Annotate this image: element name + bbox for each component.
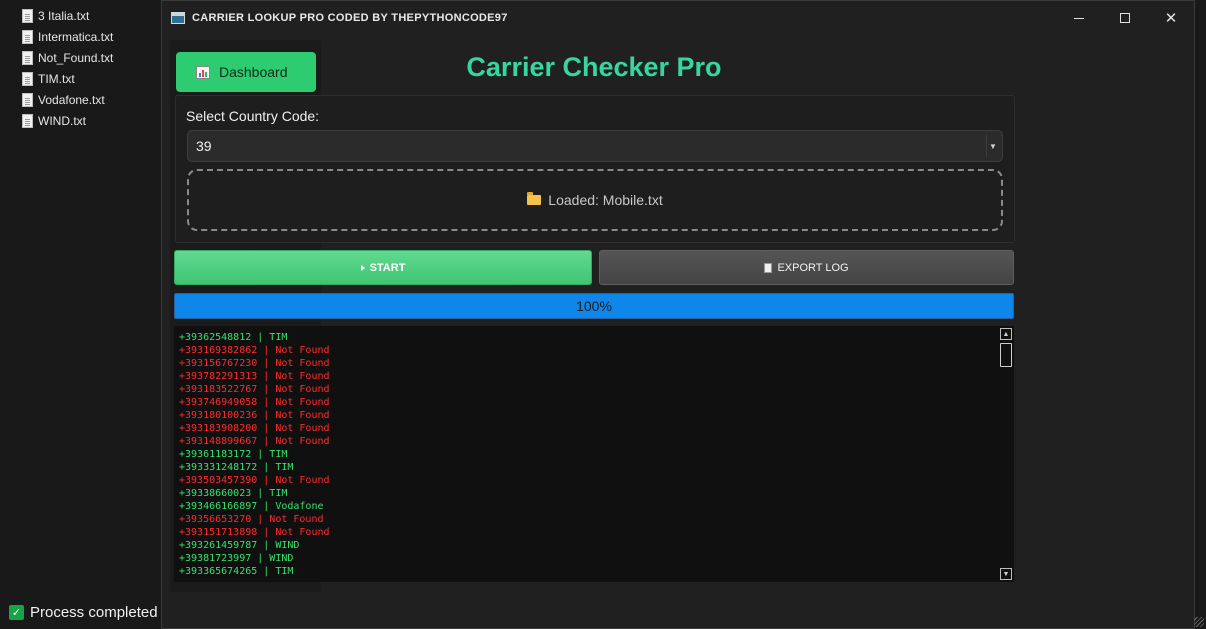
- log-line: +393183908200 | Not Found: [179, 423, 330, 434]
- desktop-file[interactable]: WIND.txt: [22, 112, 86, 130]
- country-settings-panel: Select Country Code: 39 ▼ Loaded: Mobile…: [175, 95, 1015, 243]
- log-line: +393183522767 | Not Found: [179, 384, 330, 395]
- status-bar: ✓ Process completed: [9, 604, 158, 621]
- result-log[interactable]: +39362548812 | TIM +393169382862 | Not Fo…: [174, 326, 1014, 582]
- log-line: +393466166897 | Vodafone: [179, 501, 324, 512]
- desktop-file-label: Vodafone.txt: [38, 93, 105, 107]
- close-button[interactable]: ✕: [1148, 1, 1194, 35]
- desktop-file[interactable]: Vodafone.txt: [22, 91, 105, 109]
- folder-icon: [527, 192, 542, 205]
- export-log-label: EXPORT LOG: [777, 261, 849, 274]
- country-code-label: Select Country Code:: [186, 108, 320, 124]
- start-button[interactable]: START: [174, 250, 592, 285]
- check-icon: ✓: [9, 605, 24, 620]
- country-code-value: 39: [196, 138, 212, 154]
- play-icon: [360, 264, 365, 271]
- maximize-icon: [1120, 13, 1130, 23]
- log-line: +39338660023 | TIM: [179, 488, 288, 499]
- text-file-icon: [22, 114, 33, 128]
- log-line: +393169382862 | Not Found: [179, 345, 330, 356]
- log-scrollbar[interactable]: ▲ ▼: [1000, 328, 1013, 580]
- log-line: +393151713898 | Not Found: [179, 527, 330, 538]
- log-line: +39356653270 | Not Found: [179, 514, 324, 525]
- log-line: +393746949058 | Not Found: [179, 397, 330, 408]
- close-icon: ✕: [1164, 10, 1178, 27]
- scroll-up-button[interactable]: ▲: [1000, 328, 1012, 340]
- minimize-icon: [1074, 17, 1084, 19]
- log-line: +39362548812 | TIM: [179, 332, 288, 343]
- text-file-icon: [22, 93, 33, 107]
- desktop-file[interactable]: 3 Italia.txt: [22, 7, 89, 25]
- window-title: CARRIER LOOKUP PRO CODED BY THEPYTHONCOD…: [192, 12, 508, 24]
- log-line: +393365674265 | TIM: [179, 566, 294, 577]
- desktop-file-label: 3 Italia.txt: [38, 9, 90, 23]
- page-title: Carrier Checker Pro: [466, 52, 722, 82]
- desktop-file[interactable]: Intermatica.txt: [22, 28, 113, 46]
- desktop-file-label: WIND.txt: [38, 114, 86, 128]
- export-log-button[interactable]: EXPORT LOG: [599, 250, 1014, 285]
- text-file-icon: [22, 30, 33, 44]
- scroll-thumb[interactable]: [1000, 343, 1012, 367]
- loaded-file-label: Loaded: Mobile.txt: [548, 192, 663, 208]
- text-file-icon: [22, 9, 33, 23]
- progress-bar: 100%: [174, 293, 1014, 319]
- log-line: +393261459787 | WIND: [179, 540, 300, 551]
- log-line: +39361183172 | TIM: [179, 449, 288, 460]
- desktop-file-label: TIM.txt: [38, 72, 75, 86]
- title-bar[interactable]: CARRIER LOOKUP PRO CODED BY THEPYTHONCOD…: [162, 1, 1194, 35]
- chevron-down-icon[interactable]: ▼: [986, 135, 999, 157]
- status-text: Process completed: [30, 604, 158, 621]
- log-line: +393180100236 | Not Found: [179, 410, 330, 421]
- log-line: +39381723997 | WIND: [179, 553, 294, 564]
- scroll-down-button[interactable]: ▼: [1000, 568, 1012, 580]
- log-line: +393782291313 | Not Found: [179, 371, 330, 382]
- app-window-icon: [171, 12, 185, 24]
- progress-label: 100%: [576, 298, 612, 314]
- log-line: +393148899667 | Not Found: [179, 436, 330, 447]
- country-code-select[interactable]: 39 ▼: [187, 130, 1003, 162]
- desktop-file-label: Not_Found.txt: [38, 51, 114, 65]
- log-line: +393503457390 | Not Found: [179, 475, 330, 486]
- log-line: +393331248172 | TIM: [179, 462, 294, 473]
- desktop-file[interactable]: TIM.txt: [22, 70, 75, 88]
- start-button-label: START: [369, 261, 406, 274]
- desktop-file-label: Intermatica.txt: [38, 30, 114, 44]
- desktop-file[interactable]: Not_Found.txt: [22, 49, 113, 67]
- log-line: +393156767230 | Not Found: [179, 358, 330, 369]
- document-icon: [764, 262, 773, 273]
- text-file-icon: [22, 72, 33, 86]
- text-file-icon: [22, 51, 33, 65]
- desktop-file-list: 3 Italia.txt Intermatica.txt Not_Found.txt…: [0, 0, 162, 629]
- log-lines: +39362548812 | TIM +393169382862 | Not Fo…: [179, 331, 994, 578]
- minimize-button[interactable]: [1056, 1, 1102, 35]
- maximize-button[interactable]: [1102, 1, 1148, 35]
- resize-grip[interactable]: [1194, 617, 1204, 627]
- file-drop-zone[interactable]: Loaded: Mobile.txt: [187, 169, 1003, 231]
